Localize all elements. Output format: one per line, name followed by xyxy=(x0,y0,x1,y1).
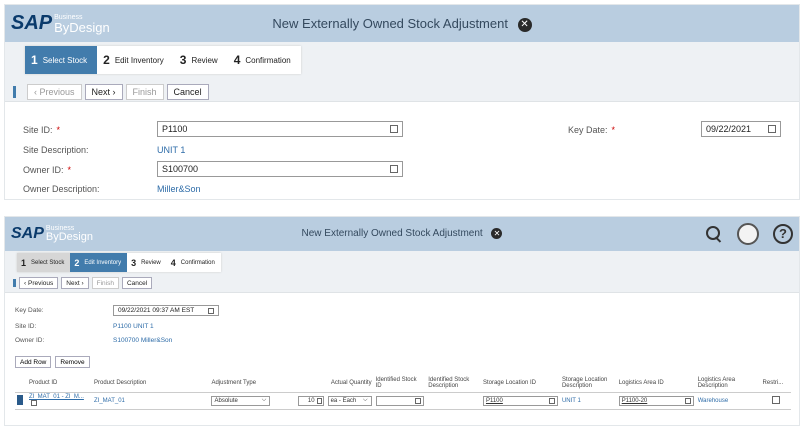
cancel-button[interactable]: Cancel xyxy=(166,84,209,100)
window-title: New Externally Owned Stock Adjustment ✕ xyxy=(5,16,799,32)
shell-bar: SAP Business ByDesign New Externally Own… xyxy=(5,217,799,251)
key-date-input[interactable]: 09/22/2021 xyxy=(701,121,781,137)
window-title-text: New Externally Owned Stock Adjustment xyxy=(272,16,508,31)
remove-button[interactable]: Remove xyxy=(55,356,90,368)
step-roadmap: 1 Select Stock 2 Edit Inventory 3 Review 4C… xyxy=(25,46,301,74)
close-icon[interactable]: ✕ xyxy=(491,228,503,239)
calculator-icon[interactable] xyxy=(316,397,322,404)
col-actual-quantity[interactable]: Actual Quantity xyxy=(272,374,374,393)
value-help-icon[interactable] xyxy=(415,397,422,404)
step-select-stock[interactable]: 1 Select Stock xyxy=(25,46,98,74)
site-description-link[interactable]: UNIT 1 xyxy=(157,145,185,155)
col-storage-location-description[interactable]: Storage Location Description xyxy=(559,374,617,393)
identified-stock-id-input[interactable] xyxy=(375,395,425,406)
value-help-icon[interactable] xyxy=(684,397,691,404)
shell-bar: SAP Business ByDesign New Externally Own… xyxy=(5,5,799,42)
site-id-row: Site ID: * xyxy=(23,125,61,135)
owner-id-label: Owner ID: xyxy=(23,165,64,175)
calendar-icon[interactable] xyxy=(208,307,214,314)
cancel-button[interactable]: Cancel xyxy=(121,277,153,289)
col-product-id[interactable]: Product ID xyxy=(15,374,92,393)
next-button[interactable]: Next › xyxy=(84,84,123,100)
col-identified-stock-description[interactable]: Identified Stock Description xyxy=(426,374,481,393)
table-row[interactable]: ZI_MAT_01 - ZI_M... ZI_MAT_01 Absolute ⌵ xyxy=(15,392,791,410)
product-description-link[interactable]: ZI_MAT_01 xyxy=(91,392,210,410)
toolbar-marker xyxy=(13,86,16,98)
chevron-down-icon: ⌵ xyxy=(363,397,368,403)
owner-id-label: Owner ID: xyxy=(15,337,45,344)
search-icon[interactable] xyxy=(705,225,723,243)
step-edit-inventory[interactable]: 2 Edit Inventory xyxy=(70,253,128,272)
col-storage-location-id[interactable]: Storage Location ID xyxy=(480,374,560,393)
toolbar-marker xyxy=(13,279,16,287)
key-date-label: Key Date: xyxy=(568,125,608,135)
stock-adjustment-step2-panel: SAP Business ByDesign New Externally Own… xyxy=(4,216,800,426)
step-confirmation[interactable]: 4 Confirmation xyxy=(228,46,301,74)
logistics-area-description-link[interactable]: Warehouse xyxy=(695,392,761,410)
chevron-down-icon: ⌵ xyxy=(261,397,267,403)
key-date-input[interactable]: 09/22/2021 09:37 AM EST xyxy=(113,305,219,316)
owner-description-link[interactable]: Miller&Son xyxy=(157,184,201,194)
user-icon[interactable] xyxy=(737,223,759,245)
step-confirmation[interactable]: 4 Confirmation xyxy=(167,253,221,272)
close-icon[interactable]: ✕ xyxy=(517,17,532,32)
site-id-link[interactable]: P1100 UNIT 1 xyxy=(113,323,154,330)
adjustment-type-select[interactable]: Absolute ⌵ xyxy=(211,395,271,406)
storage-location-description-link[interactable]: UNIT 1 xyxy=(559,392,617,410)
product-id-link[interactable]: ZI_MAT_01 - ZI_M... xyxy=(29,394,84,400)
storage-location-id-input[interactable]: P1100 xyxy=(482,395,558,406)
col-adjustment-type[interactable]: Adjustment Type xyxy=(209,374,273,393)
previous-button[interactable]: ‹ Previous xyxy=(27,84,82,100)
table-header-row: Product ID Product Description Adjustmen… xyxy=(15,374,791,393)
toolbar: ‹ Previous Next › Finish Cancel xyxy=(19,277,153,289)
quantity-input[interactable]: 10 xyxy=(297,395,324,406)
window-title: New Externally Owned Stock Adjustment ✕ xyxy=(5,228,799,239)
site-id-input[interactable]: P1100 xyxy=(157,121,403,137)
previous-button[interactable]: ‹ Previous xyxy=(19,277,59,289)
stock-adjustment-step1-panel: SAP Business ByDesign New Externally Own… xyxy=(4,4,800,200)
owner-id-input[interactable]: S100700 xyxy=(157,161,403,177)
col-logistics-area-description[interactable]: Logistics Area Description xyxy=(695,374,761,393)
col-identified-stock-id[interactable]: Identified Stock ID xyxy=(373,374,427,393)
toolbar: ‹ Previous Next › Finish Cancel xyxy=(27,84,209,100)
site-id-label: Site ID: xyxy=(15,323,37,330)
step-select-stock[interactable]: 1 Select Stock xyxy=(17,253,71,272)
col-restricted[interactable]: Restri... xyxy=(760,374,791,393)
add-row-button[interactable]: Add Row xyxy=(15,356,52,368)
col-logistics-area-id[interactable]: Logistics Area ID xyxy=(616,374,696,393)
finish-button[interactable]: Finish xyxy=(125,84,164,100)
col-product-description[interactable]: Product Description xyxy=(91,374,210,393)
owner-description-label: Owner Description: xyxy=(23,184,100,194)
owner-id-link[interactable]: S100700 Miller&Son xyxy=(113,337,172,344)
next-button[interactable]: Next › xyxy=(61,277,89,289)
guided-activity-bar: 1 Select Stock 2 Edit Inventory 3 Review 4C… xyxy=(5,251,799,293)
key-date-label: Key Date: xyxy=(15,307,44,314)
guided-activity-bar: 1 Select Stock 2 Edit Inventory 3 Review 4C… xyxy=(5,42,799,102)
site-id-label: Site ID: xyxy=(23,125,53,135)
logistics-area-id-input[interactable]: P1100-20 xyxy=(618,395,694,406)
step-review[interactable]: 3 Review xyxy=(127,253,167,272)
unit-of-measure-select[interactable]: ea - Each ⌵ xyxy=(327,395,372,406)
finish-button[interactable]: Finish xyxy=(91,277,119,289)
restricted-checkbox[interactable] xyxy=(771,395,780,404)
value-help-icon[interactable] xyxy=(31,399,37,406)
value-help-icon[interactable] xyxy=(390,125,398,133)
calendar-icon[interactable] xyxy=(768,125,776,133)
step-review[interactable]: 3 Review xyxy=(174,46,228,74)
value-help-icon[interactable] xyxy=(390,165,398,173)
site-description-label: Site Description: xyxy=(23,145,89,155)
step-roadmap: 1 Select Stock 2 Edit Inventory 3 Review 4C… xyxy=(17,253,221,272)
help-icon[interactable]: ? xyxy=(773,224,793,244)
row-selector[interactable] xyxy=(17,394,23,405)
table-row xyxy=(15,409,791,421)
window-title-text: New Externally Owned Stock Adjustment xyxy=(301,228,483,240)
inventory-table: Product ID Product Description Adjustmen… xyxy=(15,374,791,421)
inventory-table-area: Add Row Remove Product ID Product Descri… xyxy=(15,356,799,421)
value-help-icon[interactable] xyxy=(548,397,555,404)
step-edit-inventory[interactable]: 2 Edit Inventory xyxy=(97,46,174,74)
